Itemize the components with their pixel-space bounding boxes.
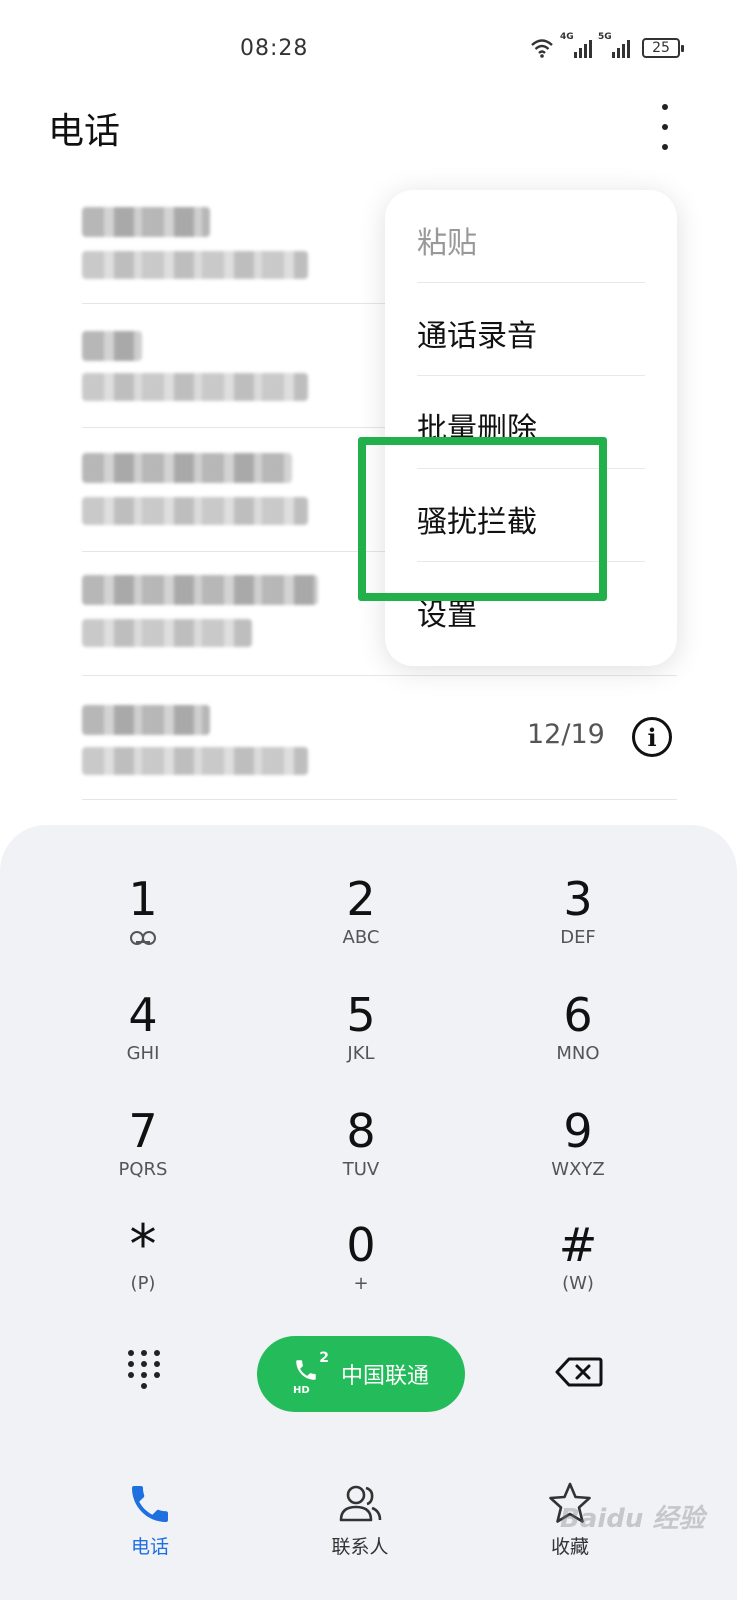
- contact-name-blurred: [82, 705, 210, 735]
- key-digit: 9: [563, 1104, 593, 1158]
- dial-key-7[interactable]: 7 PQRS: [68, 1103, 218, 1203]
- call-detail-blurred: [82, 251, 308, 279]
- dial-key-3[interactable]: 3 DEF: [503, 871, 653, 971]
- key-digit: 1: [128, 872, 158, 926]
- phone-icon: [296, 1360, 316, 1380]
- nav-tab-label: 收藏: [550, 1536, 589, 1558]
- key-digit: 8: [346, 1104, 376, 1158]
- contact-name-blurred: [82, 453, 292, 483]
- dial-key-1[interactable]: 1: [68, 871, 218, 971]
- voicemail-icon: [130, 931, 156, 945]
- key-letters: +: [353, 1273, 369, 1294]
- call-button[interactable]: 2 HD 中国联通: [257, 1336, 465, 1412]
- call-info-button[interactable]: i: [632, 717, 672, 757]
- status-bar: 08:28 4G 5G 25: [0, 0, 737, 100]
- nav-tab-phone[interactable]: 电话: [80, 1480, 220, 1559]
- key-digit: 5: [346, 988, 376, 1042]
- status-icons: 4G 5G 25: [530, 32, 684, 58]
- nav-tab-contacts[interactable]: 联系人: [290, 1480, 430, 1559]
- call-detail-blurred: [82, 497, 308, 525]
- contacts-icon: [339, 1485, 382, 1522]
- call-detail-blurred: [82, 747, 308, 775]
- hd-badge: HD: [292, 1385, 310, 1396]
- divider: [82, 675, 677, 676]
- key-digit: 2: [346, 872, 376, 926]
- signal-icon-sim2: 5G: [598, 32, 630, 58]
- network-type-label: 4G: [560, 32, 574, 42]
- nav-tab-label: 电话: [130, 1536, 169, 1558]
- key-digit: 7: [128, 1104, 158, 1158]
- page-title: 电话: [48, 111, 121, 152]
- key-letters: (P): [130, 1273, 156, 1294]
- key-letters: ABC: [342, 927, 380, 948]
- nav-tab-label: 联系人: [331, 1536, 389, 1558]
- menu-item-call-recording[interactable]: 通话录音: [417, 283, 645, 377]
- key-letters: WXYZ: [551, 1159, 605, 1180]
- contact-name-blurred: [82, 331, 142, 361]
- dial-key-4[interactable]: 4 GHI: [68, 987, 218, 1087]
- sim-number-badge: 2: [319, 1350, 329, 1366]
- dialpad-toggle-icon[interactable]: [128, 1350, 160, 1392]
- watermark-logo: Baidu 经验: [560, 1504, 705, 1534]
- key-digit: 4: [128, 988, 158, 1042]
- key-letters: DEF: [560, 927, 596, 948]
- divider: [82, 799, 677, 800]
- key-letters: PQRS: [118, 1159, 168, 1180]
- wifi-icon: [531, 39, 553, 58]
- key-letters: JKL: [347, 1043, 375, 1064]
- status-time: 08:28: [240, 36, 309, 61]
- dial-key-5[interactable]: 5 JKL: [286, 987, 436, 1087]
- dot: [662, 124, 668, 130]
- key-letters: TUV: [342, 1159, 380, 1180]
- key-digit: #: [558, 1218, 598, 1272]
- info-icon: i: [647, 722, 657, 752]
- key-digit: 6: [563, 988, 593, 1042]
- battery-icon: 25: [642, 38, 684, 58]
- call-log-item[interactable]: 12/19 i: [0, 681, 737, 805]
- dial-key-0[interactable]: 0 +: [286, 1217, 436, 1317]
- contact-name-blurred: [82, 207, 210, 237]
- key-digit: *: [129, 1213, 157, 1276]
- network-type-label: 5G: [598, 32, 612, 42]
- highlight-annotation-box: [358, 437, 607, 601]
- dot: [662, 104, 668, 110]
- dial-key-hash[interactable]: # (W): [503, 1217, 653, 1317]
- phone-icon: [132, 1486, 168, 1522]
- dial-key-star[interactable]: * (P): [68, 1217, 218, 1317]
- key-digit: 3: [563, 872, 593, 926]
- dial-key-6[interactable]: 6 MNO: [503, 987, 653, 1087]
- key-letters: GHI: [126, 1043, 160, 1064]
- menu-item-paste: 粘贴: [417, 226, 477, 261]
- call-date: 12/19: [527, 719, 605, 750]
- dial-key-2[interactable]: 2 ABC: [286, 871, 436, 971]
- dot: [662, 144, 668, 150]
- key-digit: 0: [346, 1218, 376, 1272]
- more-options-button[interactable]: [650, 104, 680, 150]
- key-letters: MNO: [556, 1043, 600, 1064]
- key-letters: (W): [562, 1273, 594, 1294]
- call-detail-blurred: [82, 619, 252, 647]
- dial-key-9[interactable]: 9 WXYZ: [503, 1103, 653, 1203]
- call-detail-blurred: [82, 373, 308, 401]
- dialpad-panel: 1 2 ABC 3 DEF 4 GHI 5 JKL 6 MNO 7 PQRS 8…: [0, 825, 737, 1600]
- hd-call-icon: 2 HD: [292, 1350, 329, 1396]
- contact-name-blurred: [82, 575, 318, 605]
- dial-key-8[interactable]: 8 TUV: [286, 1103, 436, 1203]
- carrier-label: 中国联通: [340, 1364, 429, 1389]
- backspace-icon[interactable]: [555, 1357, 603, 1387]
- signal-icon-sim1: 4G: [560, 32, 592, 58]
